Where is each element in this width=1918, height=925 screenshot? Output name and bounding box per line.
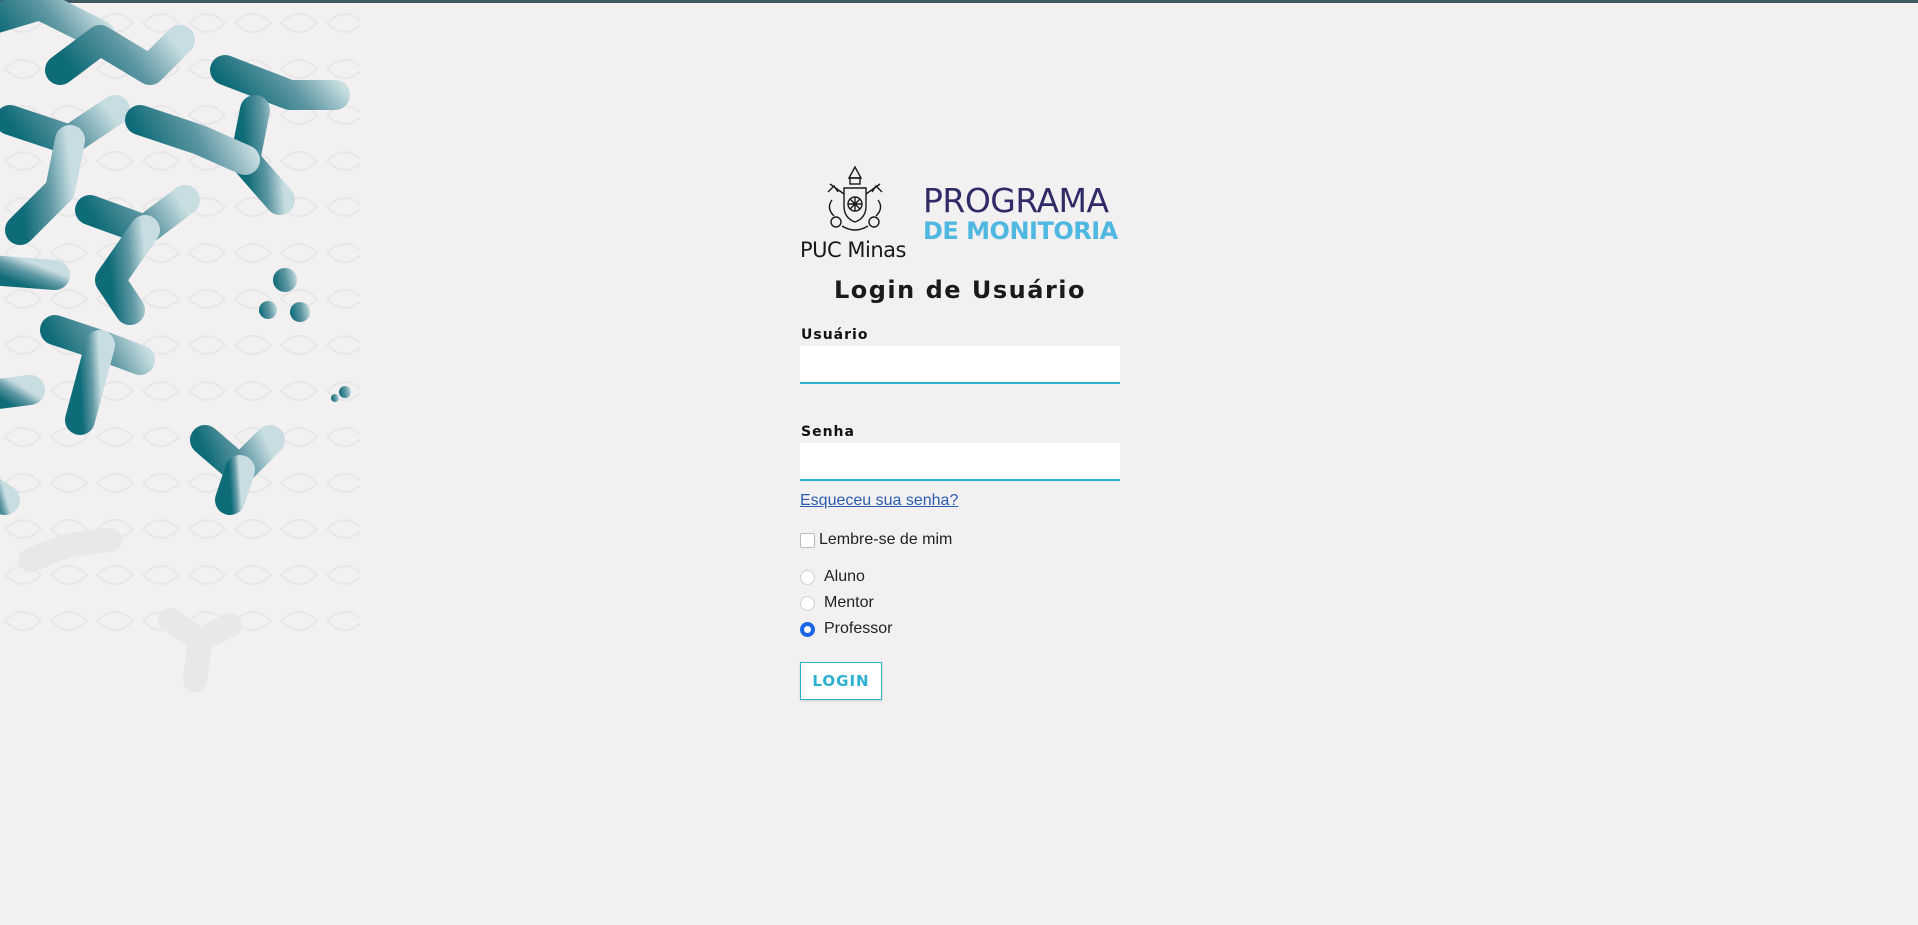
role-label-mentor: Mentor: [824, 594, 874, 611]
login-panel: PUC Minas PROGRAMA DE MONITORIA Login de…: [800, 160, 1120, 700]
role-radio-group: Aluno Mentor Professor: [800, 564, 1120, 642]
role-label-professor: Professor: [824, 620, 893, 637]
username-input[interactable]: [800, 346, 1120, 384]
program-title-line1: PROGRAMA: [923, 181, 1109, 220]
role-radio-mentor[interactable]: [800, 595, 815, 611]
role-radio-aluno[interactable]: [800, 569, 815, 585]
role-option-aluno[interactable]: Aluno: [800, 564, 1120, 590]
login-button[interactable]: LOGIN: [800, 662, 882, 700]
remember-me-label: Lembre-se de mim: [819, 531, 953, 548]
role-option-professor[interactable]: Professor: [800, 616, 1120, 642]
program-logo: PROGRAMA DE MONITORIA: [923, 181, 1118, 245]
role-label-aluno: Aluno: [824, 568, 865, 585]
puc-minas-logo: PUC Minas: [800, 164, 910, 262]
puc-crest-icon: [827, 165, 883, 231]
institution-name: PUC Minas: [800, 238, 906, 262]
remember-me-row[interactable]: Lembre-se de mim: [800, 531, 1120, 549]
role-radio-professor[interactable]: [800, 621, 815, 637]
logo-row: PUC Minas PROGRAMA DE MONITORIA: [800, 160, 1120, 262]
page-title: Login de Usuário: [833, 276, 1087, 304]
role-option-mentor[interactable]: Mentor: [800, 590, 1120, 616]
program-title-line2: DE MONITORIA: [923, 217, 1118, 245]
password-input[interactable]: [800, 443, 1120, 481]
password-label: Senha: [801, 424, 855, 440]
forgot-password-link[interactable]: Esqueceu sua senha?: [800, 492, 958, 510]
background-molecule-decoration: [0, 0, 360, 692]
remember-me-checkbox[interactable]: [800, 532, 815, 548]
username-label: Usuário: [801, 327, 869, 343]
